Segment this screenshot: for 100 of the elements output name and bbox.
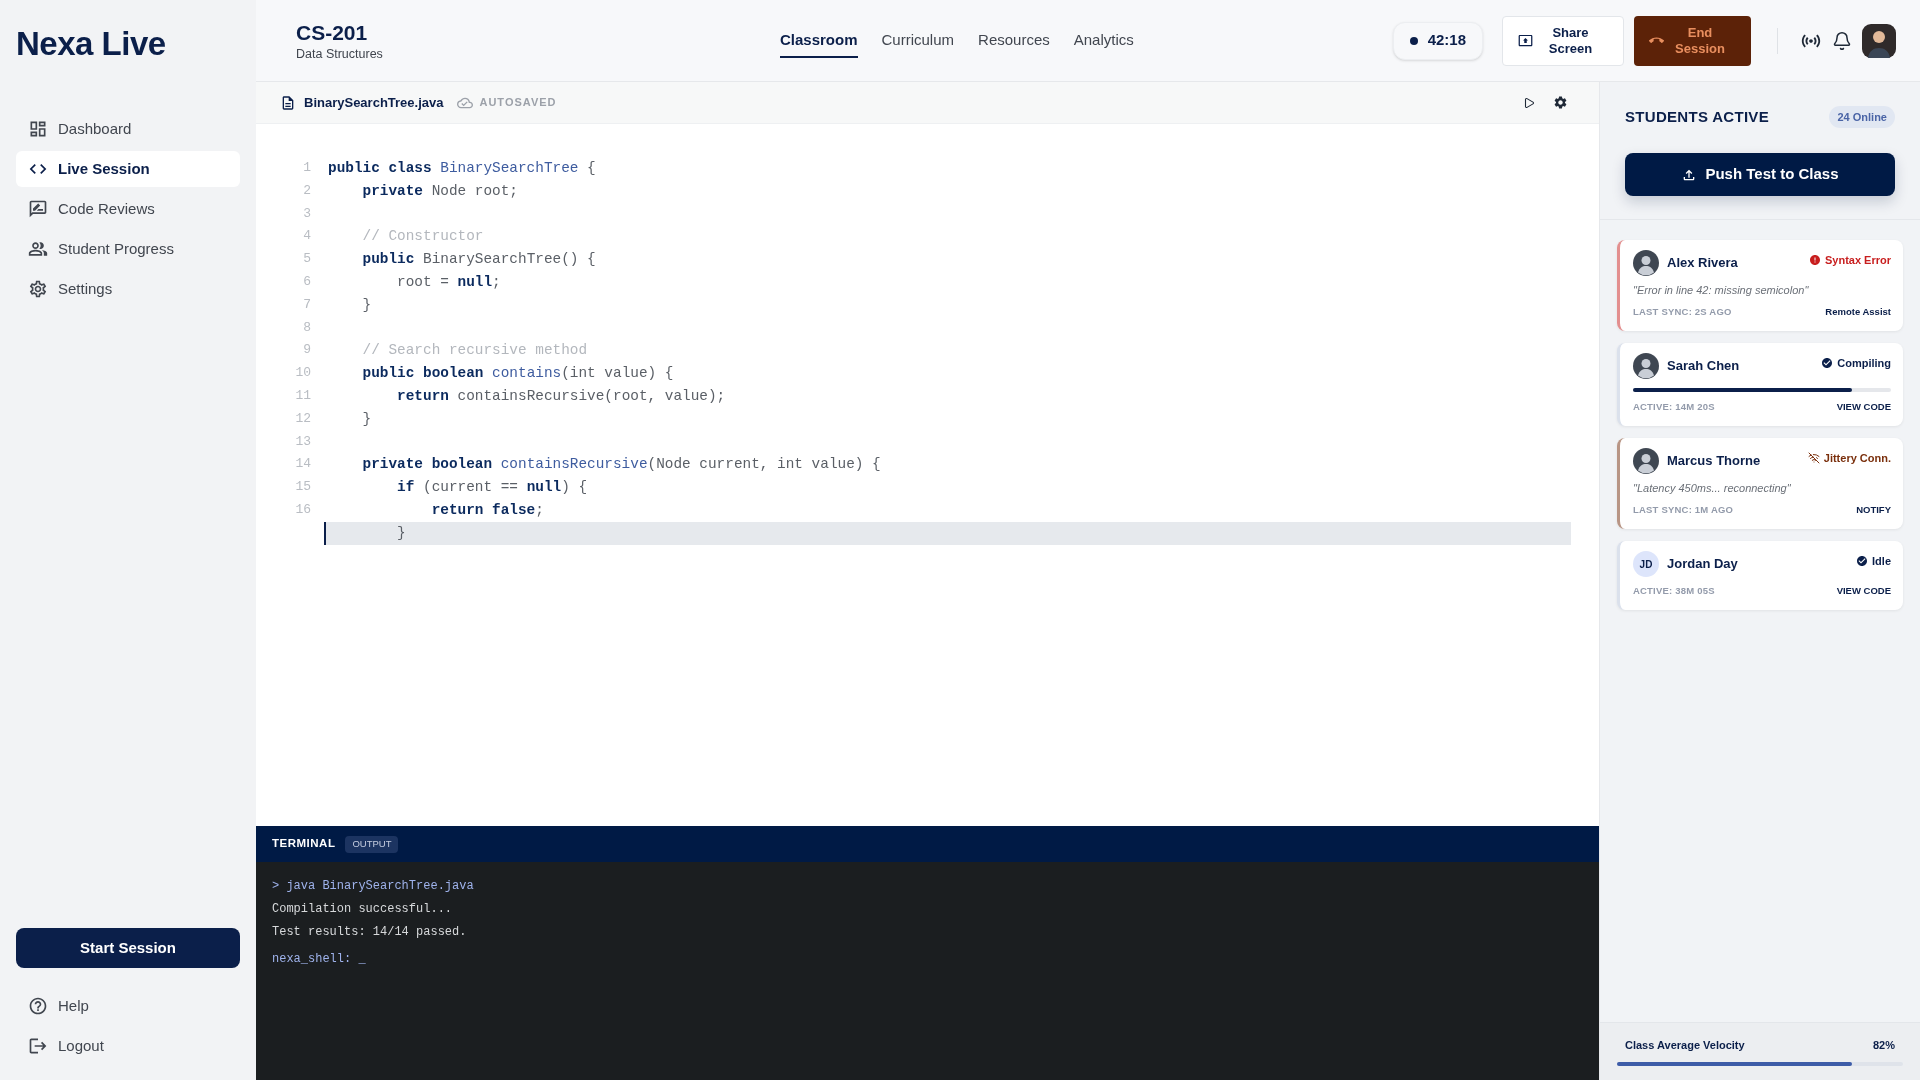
line-number: 4 (302, 227, 311, 246)
nav-item[interactable]: Live Session (16, 151, 240, 187)
code-line: root = null; (396, 273, 502, 292)
line-number: 15 (294, 478, 311, 497)
code-line: // Search recursive method (361, 341, 589, 361)
code-line: return false; (430, 500, 545, 520)
student-name: Jordan Day (1667, 555, 1738, 573)
terminal-tab[interactable]: TERMINAL (272, 835, 336, 853)
course-name: Data Structures (296, 45, 383, 62)
wifi-off-icon (1807, 452, 1820, 464)
student-note: "Latency 450ms... reconnecting" (1633, 481, 1792, 496)
line-number: 3 (302, 204, 311, 223)
activity-text: LAST SYNC: 1M AGO (1633, 502, 1734, 517)
code-line: public class BinarySearchTree { (327, 159, 597, 178)
status-label: Syntax Error (1824, 253, 1891, 268)
terminal-line: Test results: 14/14 passed. (272, 924, 467, 941)
dashboard-icon (28, 119, 48, 139)
status-label: Jittery Conn. (1823, 451, 1891, 466)
user-avatar-icon[interactable] (1862, 23, 1896, 58)
notification-bell-icon[interactable] (1832, 30, 1852, 51)
line-number: 11 (294, 386, 311, 405)
avatar-icon (1633, 250, 1659, 276)
nav-item[interactable]: Student Progress (16, 231, 240, 267)
avatar-icon (1633, 353, 1659, 379)
action-link[interactable]: VIEW CODE (1836, 583, 1891, 599)
code-line: // Constructor (361, 227, 485, 247)
people-icon (28, 239, 48, 259)
action-link[interactable]: NOTIFY (1856, 502, 1891, 518)
nav-tab[interactable]: Classroom (780, 29, 858, 58)
velocity-reading: 82% (1872, 1038, 1895, 1052)
sidebar-link[interactable]: Logout (16, 1026, 240, 1066)
student-card[interactable]: Alex Rivera Syntax Error "Error in line 42: missing semicolon" LAST SYNC: 2S AGO Remote Assist (1617, 240, 1903, 331)
line-number: 16 (294, 500, 311, 519)
terminal-tab[interactable]: OUTPUT (345, 835, 399, 853)
line-number: 8 (302, 318, 311, 337)
activity-text: LAST SYNC: 2S AGO (1633, 304, 1732, 319)
line-number: 9 (302, 341, 311, 360)
code-line: } (361, 295, 373, 315)
settings-icon (28, 279, 48, 299)
activity-text: ACTIVE: 38M 05S (1633, 583, 1715, 598)
line-number: 12 (294, 409, 311, 428)
record-dot-icon (1409, 36, 1418, 45)
logout-icon (28, 1036, 48, 1056)
push-test-button[interactable]: Push Test to Class (1625, 153, 1895, 196)
activity-text: ACTIVE: 14M 20S (1633, 399, 1715, 414)
course-code: CS-201 (296, 19, 368, 46)
student-name: Marcus Thorne (1667, 452, 1761, 470)
screen-share-icon (1518, 33, 1533, 48)
velocity-label: Class Average Velocity (1625, 1038, 1745, 1052)
line-number: 6 (302, 273, 311, 291)
settings-icon[interactable] (1553, 95, 1568, 110)
nav-tab[interactable]: Analytics (1073, 29, 1134, 58)
app-logo: Nexa Live (16, 24, 166, 64)
student-card[interactable]: Marcus Thorne Jittery Conn. "Latency 450ms... reconnecting" LAST SYNC: 1M AGO NOTIFY (1617, 438, 1903, 529)
online-count-badge: 24 Online (1829, 106, 1895, 128)
code-line: if (current == null) { (396, 478, 589, 498)
action-link[interactable]: VIEW CODE (1836, 399, 1891, 415)
start-session-button[interactable]: Start Session (16, 928, 240, 968)
file-icon (280, 94, 296, 111)
student-card[interactable]: Sarah Chen Compiling ACTIVE: 14M 20S VIEW CODE (1617, 343, 1903, 426)
end-session-button[interactable]: End Session (1634, 15, 1751, 66)
student-name: Sarah Chen (1667, 357, 1740, 375)
save-status: AUTOSAVED (479, 95, 557, 111)
line-number: 2 (302, 181, 311, 200)
line-number: 14 (294, 455, 311, 474)
line-number: 7 (302, 295, 311, 314)
code-line: public BinarySearchTree() { (361, 250, 597, 270)
student-name: Alex Rivera (1667, 254, 1738, 272)
action-link[interactable]: Remote Assist (1825, 304, 1891, 320)
line-number: 10 (294, 364, 311, 383)
timer-text: 42:18 (1427, 30, 1466, 51)
sidebar-link[interactable]: Help (16, 986, 240, 1026)
nav-item[interactable]: Dashboard (16, 111, 240, 147)
share-screen-button[interactable]: Share Screen (1502, 15, 1624, 66)
nav-item[interactable]: Settings (16, 271, 240, 307)
line-number: 1 (302, 159, 311, 177)
student-note: "Error in line 42: missing semicolon" (1633, 283, 1810, 298)
code-line: private boolean containsRecursive(Node current, int value) { (361, 455, 882, 475)
avatar-initials: JD (1633, 551, 1659, 577)
nav-item[interactable]: Code Reviews (16, 191, 240, 227)
panel-title: STUDENTS ACTIVE (1625, 106, 1769, 127)
line-number: 5 (302, 250, 311, 269)
alert-icon (1808, 254, 1821, 266)
code-line: private Node root; (361, 181, 519, 201)
run-icon[interactable] (1523, 96, 1535, 109)
nav-tab[interactable]: Resources (978, 29, 1050, 58)
help-icon (28, 996, 48, 1016)
chat-pen-icon (28, 199, 48, 219)
student-card[interactable]: JD Jordan Day Idle ACTIVE: 38M 05S VIEW CODE (1617, 541, 1903, 610)
nav-tab[interactable]: Curriculum (881, 29, 955, 58)
terminal-line: nexa_shell: _ (272, 951, 366, 968)
file-name[interactable]: BinarySearchTree.java (304, 92, 444, 113)
terminal-line: > java BinarySearchTree.java (272, 878, 474, 895)
code-line: public boolean contains(int value) { (361, 364, 675, 384)
status-label: Compiling (1837, 356, 1891, 371)
status-label: Idle (1872, 554, 1891, 569)
terminal-line: Compilation successful... (272, 901, 453, 918)
avatar-icon (1633, 448, 1659, 474)
line-number: 13 (294, 432, 311, 451)
code-line: return containsRecursive(root, value); (396, 386, 727, 406)
